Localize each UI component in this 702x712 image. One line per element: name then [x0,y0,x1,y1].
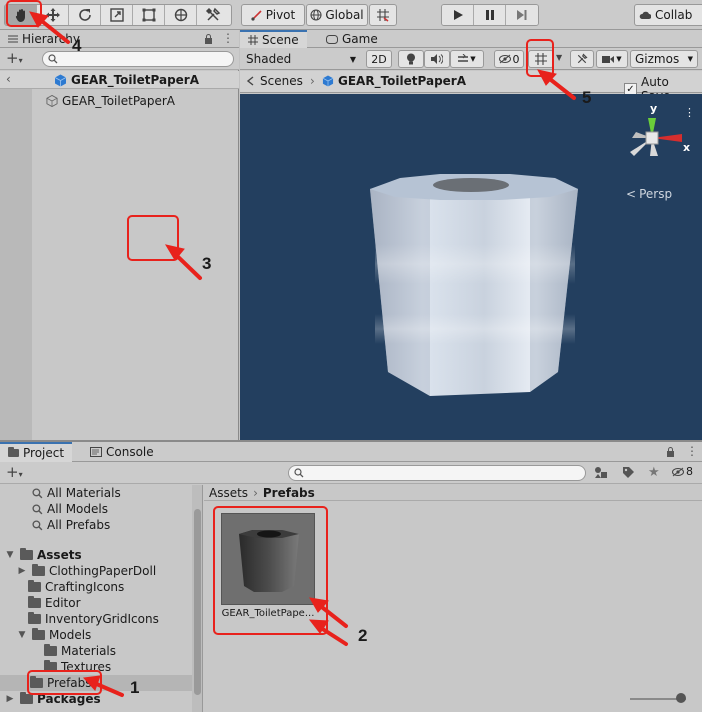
annotation-number-2: 2 [358,626,368,645]
annotation-number-4: 4 [72,36,82,55]
annotation-number-5: 5 [582,88,592,107]
annotation-number-3: 3 [202,254,212,273]
annotation-arrows [29,11,576,697]
annotation-number-1: 1 [130,678,140,697]
